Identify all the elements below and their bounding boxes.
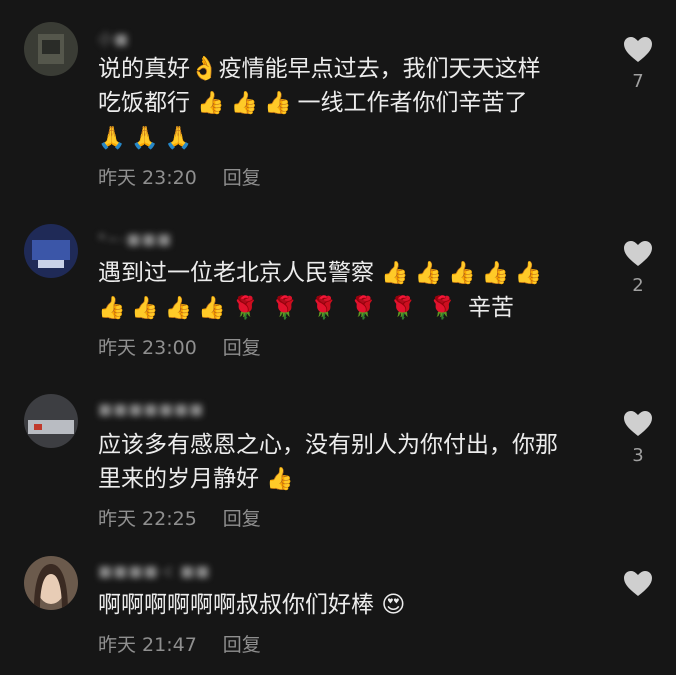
like-count: 3	[632, 445, 644, 466]
comment-text-part: 疫情能早点过去，我们天天这样	[218, 56, 541, 82]
pray-emoji: 🙏🙏🙏	[98, 126, 199, 151]
comment-meta: 昨天 23:20 回复	[98, 163, 261, 190]
heart-eyes-emoji: 😍	[381, 592, 406, 618]
like-button[interactable]: 3	[618, 410, 658, 466]
thumbs-up-emoji: 👍👍👍👍👍	[381, 261, 549, 286]
reply-button[interactable]: 回复	[223, 337, 261, 359]
like-button[interactable]: 7	[618, 36, 658, 92]
reply-button[interactable]: 回复	[223, 508, 261, 530]
avatar[interactable]	[24, 22, 78, 76]
comment-text: 遇到过一位老北京人民警察 👍👍👍👍👍 👍👍👍👍🌹🌹🌹🌹🌹🌹辛苦	[98, 256, 598, 326]
reply-button[interactable]: 回复	[223, 634, 261, 656]
rose-emoji: 🌹🌹🌹🌹🌹🌹	[231, 296, 468, 321]
username[interactable]: 小■	[98, 28, 129, 49]
comment-text-part: 一线工作者你们辛苦了	[297, 90, 528, 116]
timestamp: 昨天 22:25	[98, 508, 197, 530]
comment-text-part: 遇到过一位老北京人民警察	[98, 260, 374, 286]
ok-hand-emoji: 👌	[190, 56, 219, 82]
timestamp: 昨天 23:00	[98, 337, 197, 359]
comment-text-part: 辛苦	[467, 295, 514, 321]
timestamp: 昨天 23:20	[98, 167, 197, 189]
comment-meta: 昨天 22:25 回复	[98, 504, 261, 531]
username[interactable]: ■■■■■■■	[98, 400, 204, 418]
comment-text-part: 吃饭都行	[98, 90, 190, 116]
comment-text-part: 应该多有感恩之心，没有别人为你付出，你那	[98, 432, 558, 458]
comment-meta: 昨天 23:00 回复	[98, 333, 261, 360]
like-button[interactable]	[618, 570, 658, 605]
thumbs-up-emoji: 👍👍👍	[197, 91, 298, 116]
avatar[interactable]	[24, 224, 78, 278]
comment-text-part: 里来的岁月静好	[98, 466, 259, 492]
like-count: 2	[632, 275, 644, 296]
thumbs-up-emoji: 👍	[266, 467, 300, 492]
comment-text: 说的真好👌疫情能早点过去，我们天天这样 吃饭都行 👍👍👍一线工作者你们辛苦了 🙏…	[98, 52, 598, 156]
username[interactable]: ■■■■-c ■■	[98, 562, 210, 580]
comment-list: 小■ 说的真好👌疫情能早点过去，我们天天这样 吃饭都行 👍👍👍一线工作者你们辛苦…	[0, 0, 676, 675]
like-button[interactable]: 2	[618, 240, 658, 296]
comment-item: ■■■■-c ■■ 啊啊啊啊啊啊叔叔你们好棒 😍 昨天 21:47 回复	[0, 548, 676, 675]
comment-item: *~-■■■ 遇到过一位老北京人民警察 👍👍👍👍👍 👍👍👍👍🌹🌹🌹🌹🌹🌹辛苦 昨…	[0, 210, 676, 370]
comment-text-part: 啊啊啊啊啊啊叔叔你们好棒	[98, 592, 374, 618]
thumbs-up-emoji: 👍👍👍👍	[98, 296, 232, 321]
comment-item: ■■■■■■■ 应该多有感恩之心，没有别人为你付出，你那 里来的岁月静好 👍 昨…	[0, 380, 676, 540]
like-count: 7	[632, 71, 644, 92]
avatar[interactable]	[24, 556, 78, 610]
heart-icon	[624, 241, 652, 266]
comment-text: 应该多有感恩之心，没有别人为你付出，你那 里来的岁月静好 👍	[98, 428, 598, 497]
heart-icon	[624, 37, 652, 62]
heart-icon	[624, 571, 652, 596]
comment-text-part: 说的真好	[98, 56, 190, 82]
timestamp: 昨天 21:47	[98, 634, 197, 656]
avatar[interactable]	[24, 394, 78, 448]
heart-icon	[624, 411, 652, 436]
comment-meta: 昨天 21:47 回复	[98, 630, 261, 657]
reply-button[interactable]: 回复	[223, 167, 261, 189]
username[interactable]: *~-■■■	[98, 230, 172, 248]
comment-item: 小■ 说的真好👌疫情能早点过去，我们天天这样 吃饭都行 👍👍👍一线工作者你们辛苦…	[0, 0, 676, 200]
comment-text: 啊啊啊啊啊啊叔叔你们好棒 😍	[98, 588, 598, 622]
